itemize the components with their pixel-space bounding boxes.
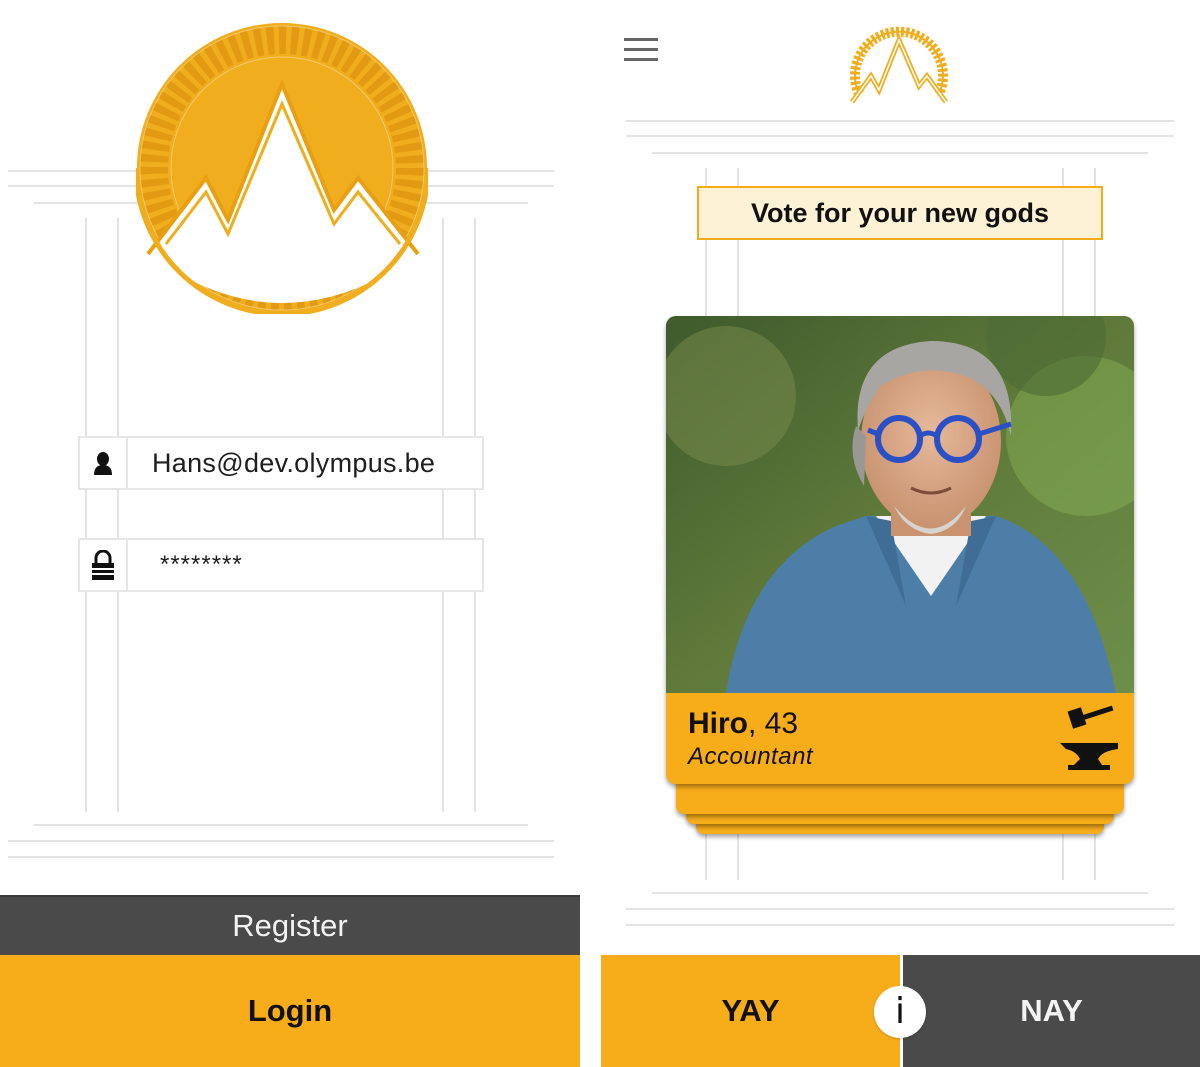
candidate-card[interactable]: Hiro, 43 Accountant: [666, 316, 1134, 784]
yay-button[interactable]: YAY: [601, 955, 900, 1067]
candidate-occupation: Accountant: [688, 743, 814, 770]
candidate-info: Hiro, 43 Accountant: [666, 693, 1134, 784]
password-input-value[interactable]: ********: [128, 551, 482, 579]
temple-column: [442, 218, 444, 812]
user-icon: [80, 438, 128, 488]
lock-icon: [80, 540, 128, 590]
temple-line: [626, 120, 1174, 122]
vote-banner: Vote for your new gods: [697, 186, 1103, 240]
temple-line: [8, 840, 554, 842]
temple-line: [626, 135, 1174, 137]
password-field[interactable]: ********: [78, 538, 484, 592]
temple-column: [85, 218, 87, 812]
register-button[interactable]: Register: [0, 895, 580, 955]
olympus-logo: [136, 23, 428, 314]
temple-line: [8, 856, 554, 858]
temple-line: [652, 152, 1148, 154]
candidate-name-line: Hiro, 43: [688, 707, 798, 741]
temple-column: [474, 218, 476, 812]
candidate-age: , 43: [748, 707, 799, 740]
email-field[interactable]: Hans@dev.olympus.be: [78, 436, 484, 490]
temple-line: [652, 892, 1148, 894]
candidate-photo: [666, 316, 1134, 693]
olympus-logo: [849, 26, 949, 104]
login-button[interactable]: Login: [0, 955, 580, 1067]
email-input-value[interactable]: Hans@dev.olympus.be: [128, 448, 482, 479]
info-button[interactable]: i: [874, 986, 926, 1038]
info-icon: i: [894, 991, 905, 1032]
candidate-name: Hiro: [688, 707, 748, 740]
temple-line: [34, 824, 528, 826]
anvil-hammer-icon: [1060, 705, 1118, 770]
temple-line: [626, 908, 1174, 910]
nay-button[interactable]: NAY: [903, 955, 1200, 1067]
temple-line: [626, 924, 1174, 926]
menu-icon[interactable]: [624, 38, 658, 66]
temple-column: [117, 218, 119, 812]
